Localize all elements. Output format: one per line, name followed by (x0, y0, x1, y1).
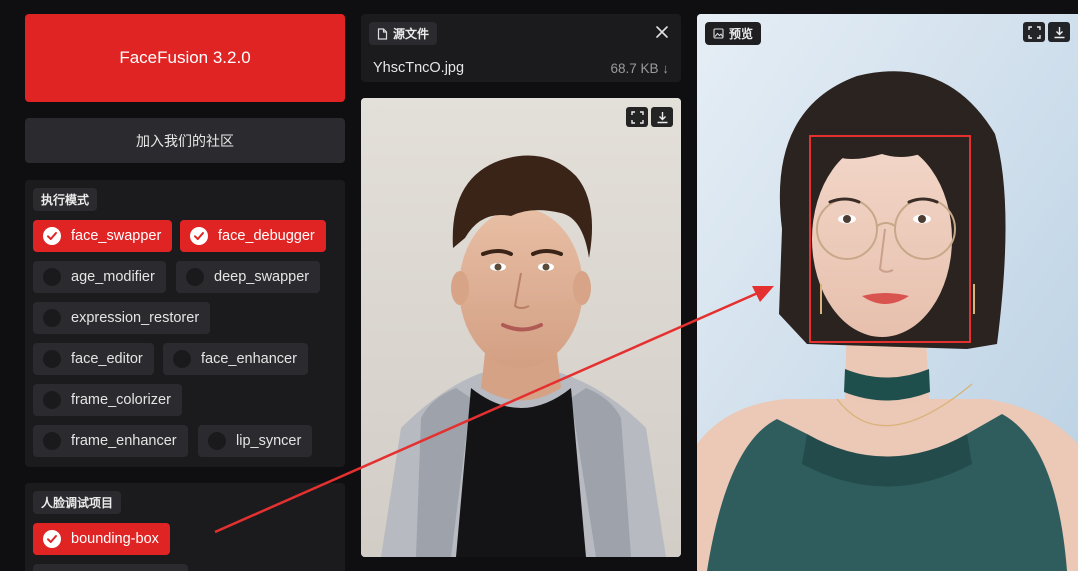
download-icon[interactable] (651, 107, 673, 127)
source-label: 源文件 (369, 22, 438, 45)
processor-label: face_debugger (218, 228, 315, 244)
checkbox-unchecked-icon (43, 309, 61, 327)
processor-expression-restorer[interactable]: expression_restorer (33, 302, 211, 334)
processor-age-modifier[interactable]: age_modifier (33, 261, 166, 293)
processor-lip-syncer[interactable]: lip_syncer (198, 425, 313, 457)
checkbox-unchecked-icon (43, 268, 61, 286)
processor-label: lip_syncer (236, 433, 302, 449)
processor-face-editor[interactable]: face_editor (33, 343, 154, 375)
checkbox-unchecked-icon (208, 432, 226, 450)
preview-image: 预览 (697, 14, 1078, 571)
processor-frame-enhancer[interactable]: frame_enhancer (33, 425, 188, 457)
debugger-option-label: bounding-box (71, 531, 159, 547)
close-icon[interactable] (655, 25, 669, 39)
processor-label: age_modifier (71, 269, 155, 285)
preview-portrait-image (697, 14, 1078, 571)
preview-label: 预览 (705, 22, 762, 45)
checkbox-checked-icon (43, 530, 61, 548)
checkbox-checked-icon (190, 227, 208, 245)
source-image (361, 98, 681, 557)
checkbox-unchecked-icon (186, 268, 204, 286)
download-icon[interactable] (1048, 22, 1070, 42)
processor-label: face_enhancer (201, 351, 297, 367)
processor-label: frame_enhancer (71, 433, 177, 449)
join-community-button[interactable]: 加入我们的社区 (25, 118, 345, 163)
checkbox-unchecked-icon (43, 432, 61, 450)
processors-label: 执行模式 (33, 188, 98, 211)
file-icon (377, 27, 388, 40)
processor-label: face_swapper (71, 228, 162, 244)
source-file-panel: 源文件 YhscTncO.jpg 68.7 KB ↓ (361, 14, 681, 82)
processors-panel: 执行模式 face_swapper face_debugger age_modi… (25, 180, 345, 467)
checkbox-unchecked-icon (173, 350, 191, 368)
processor-label: frame_colorizer (71, 392, 171, 408)
face-debugger-label: 人脸调试项目 (33, 491, 122, 514)
processor-label: face_editor (71, 351, 143, 367)
processor-face-swapper[interactable]: face_swapper (33, 220, 173, 252)
source-label-text: 源文件 (393, 27, 430, 41)
image-icon (713, 28, 724, 39)
processor-face-debugger[interactable]: face_debugger (180, 220, 326, 252)
processor-frame-colorizer[interactable]: frame_colorizer (33, 384, 182, 416)
checkbox-unchecked-icon (43, 391, 61, 409)
processor-deep-swapper[interactable]: deep_swapper (176, 261, 321, 293)
source-portrait-image (361, 98, 681, 557)
fullscreen-icon[interactable] (1023, 22, 1045, 42)
preview-label-text: 预览 (729, 27, 754, 41)
face-debugger-panel: 人脸调试项目 bounding-box (25, 483, 345, 571)
processor-label: expression_restorer (71, 310, 200, 326)
file-size: 68.7 KB ↓ (610, 61, 669, 76)
fullscreen-icon[interactable] (626, 107, 648, 127)
file-name[interactable]: YhscTncO.jpg (373, 60, 464, 76)
checkbox-checked-icon (43, 227, 61, 245)
debugger-bounding-box[interactable]: bounding-box (33, 523, 170, 555)
debugger-next-option[interactable] (33, 564, 188, 571)
app-title-button[interactable]: FaceFusion 3.2.0 (25, 14, 345, 102)
processor-face-enhancer[interactable]: face_enhancer (163, 343, 308, 375)
processor-label: deep_swapper (214, 269, 310, 285)
checkbox-unchecked-icon (43, 350, 61, 368)
